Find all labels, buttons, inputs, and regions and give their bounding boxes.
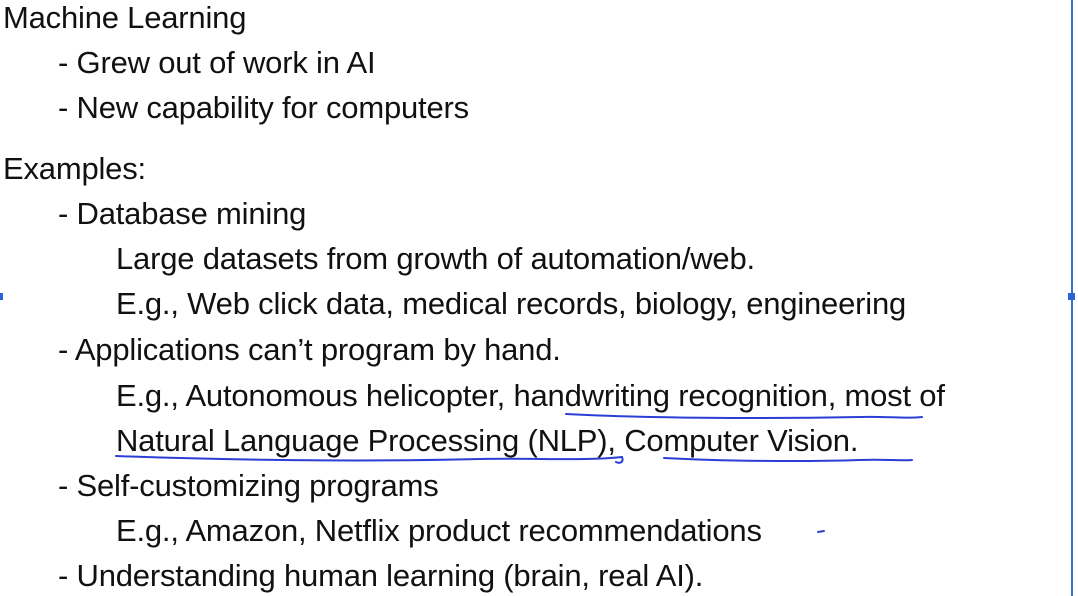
self-customizing-title: - Self-customizing programs — [58, 468, 439, 503]
resize-handle-left[interactable] — [0, 293, 3, 300]
resize-handle-right[interactable] — [1068, 293, 1075, 300]
highlight-computer-vision: Computer Vision — [624, 423, 850, 458]
self-customizing-detail: E.g., Amazon, Netflix product recommenda… — [116, 513, 762, 548]
applications-detail-line-2: Natural Language Processing (NLP), Compu… — [116, 423, 858, 459]
examples-heading: Examples: — [3, 151, 146, 186]
database-mining-detail-1: Large datasets from growth of automation… — [116, 241, 755, 276]
intro-point-1: - Grew out of work in AI — [58, 45, 376, 80]
underline-handwriting-recognition — [565, 413, 923, 419]
database-mining-detail-2: E.g., Web click data, medical records, b… — [116, 286, 907, 321]
highlight-handwriting-recognition: handwriting recognition — [513, 378, 828, 413]
intro-point-2: - New capability for computers — [58, 90, 469, 125]
applications-detail-prefix: E.g., Autonomous helicopter, — [116, 378, 514, 413]
pen-mark — [817, 530, 825, 533]
applications-detail-separator: , — [607, 423, 625, 458]
understanding-title: - Understanding human learning (brain, r… — [58, 558, 704, 593]
applications-detail-line-1: E.g., Autonomous helicopter, handwriting… — [116, 378, 945, 414]
database-mining-title: - Database mining — [58, 196, 307, 231]
lecture-slide: Machine Learning - Grew out of work in A… — [0, 0, 1078, 596]
slide-heading: Machine Learning — [3, 0, 247, 35]
applications-detail-suffix: , most of — [827, 378, 945, 413]
applications-detail-period: . — [849, 423, 859, 458]
highlight-nlp: Natural Language Processing (NLP) — [116, 423, 608, 458]
applications-title: - Applications can’t program by hand. — [58, 332, 561, 367]
